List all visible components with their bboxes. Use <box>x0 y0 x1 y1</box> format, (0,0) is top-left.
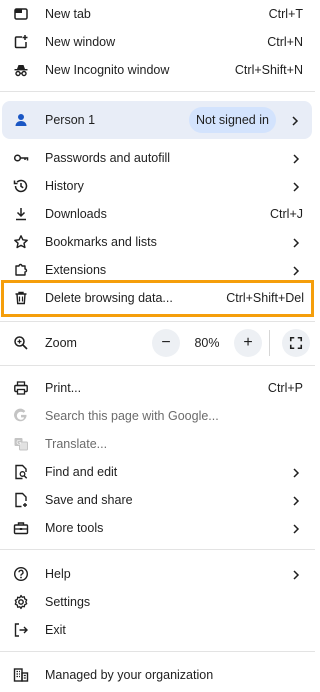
menu-item-new-incognito-window[interactable]: New Incognito window Ctrl+Shift+N <box>0 56 315 84</box>
svg-text:G: G <box>16 439 21 446</box>
zoom-out-button[interactable]: − <box>152 329 180 357</box>
zoom-controls: − 80% + <box>152 329 262 357</box>
toolbox-icon <box>12 519 30 537</box>
menu-item-label: New Incognito window <box>45 63 170 77</box>
menu-item-label: Find and edit <box>45 465 118 479</box>
menu-item-label: Bookmarks and lists <box>45 235 157 249</box>
menu-item-downloads[interactable]: Downloads Ctrl+J <box>0 200 315 228</box>
menu-item-find-and-edit[interactable]: Find and edit <box>0 458 315 486</box>
shortcut-label: Ctrl+N <box>267 35 303 49</box>
chevron-right-icon <box>291 265 301 276</box>
profile-name: Person 1 <box>45 113 96 127</box>
key-icon <box>12 149 30 167</box>
menu-item-exit[interactable]: Exit <box>0 616 315 644</box>
sign-in-status-badge[interactable]: Not signed in <box>189 107 276 133</box>
zoom-level: 80% <box>194 336 220 350</box>
menu-item-passwords-and-autofill[interactable]: Passwords and autofill <box>0 144 315 172</box>
menu-item-history[interactable]: History <box>0 172 315 200</box>
shortcut-label: Ctrl+P <box>267 381 303 395</box>
menu-item-label: New tab <box>45 7 91 21</box>
save-share-icon <box>12 491 30 509</box>
chevron-right-icon <box>291 237 301 248</box>
chevron-right-icon <box>290 115 300 126</box>
shortcut-label: Ctrl+Shift+N <box>234 63 303 77</box>
fullscreen-control <box>282 329 310 357</box>
menu-divider <box>0 321 315 322</box>
fullscreen-icon <box>289 336 303 350</box>
shortcut-label: Ctrl+T <box>268 7 303 21</box>
menu-item-label: Help <box>45 567 71 581</box>
menu-item-label: Search this page with Google... <box>45 409 219 423</box>
highlight-box <box>1 280 314 317</box>
new-tab-icon <box>12 5 30 23</box>
chevron-right-icon <box>291 569 301 580</box>
puzzle-icon <box>12 261 30 279</box>
menu-divider <box>0 651 315 652</box>
history-icon <box>12 177 30 195</box>
menu-item-label: More tools <box>45 521 104 535</box>
exit-icon <box>12 621 30 639</box>
menu-item-label: Translate... <box>45 437 108 451</box>
chevron-right-icon <box>291 495 301 506</box>
find-in-page-icon <box>12 463 30 481</box>
menu-item-label: Extensions <box>45 263 107 277</box>
menu-item-label: History <box>45 179 84 193</box>
menu-item-save-and-share[interactable]: Save and share <box>0 486 315 514</box>
menu-item-new-tab[interactable]: New tab Ctrl+T <box>0 0 315 28</box>
new-window-icon <box>12 33 30 51</box>
chevron-right-icon <box>291 153 301 164</box>
zoom-in-button[interactable]: + <box>234 329 262 357</box>
menu-divider <box>0 365 315 366</box>
translate-icon: G <box>12 435 30 453</box>
person-icon <box>12 111 30 129</box>
menu-item-settings[interactable]: Settings <box>0 588 315 616</box>
menu-item-label: Managed by your organization <box>45 668 214 682</box>
zoom-divider <box>269 330 270 356</box>
building-icon <box>12 666 30 684</box>
menu-item-label: Settings <box>45 595 91 609</box>
zoom-icon <box>12 334 30 352</box>
menu-divider <box>0 549 315 550</box>
menu-item-label: Downloads <box>45 207 107 221</box>
fullscreen-button[interactable] <box>282 329 310 357</box>
chevron-right-icon <box>291 523 301 534</box>
shortcut-label: Ctrl+J <box>270 207 303 221</box>
google-icon <box>12 407 30 425</box>
menu-item-label: Exit <box>45 623 66 637</box>
incognito-icon <box>12 61 30 79</box>
star-icon <box>12 233 30 251</box>
menu-item-label: Print... <box>45 381 82 395</box>
help-icon <box>12 565 30 583</box>
printer-icon <box>12 379 30 397</box>
menu-item-print[interactable]: Print... Ctrl+P <box>0 374 315 402</box>
menu-item-label: Save and share <box>45 493 133 507</box>
chevron-right-icon <box>291 181 301 192</box>
menu-item-managed-by-organization[interactable]: Managed by your organization <box>0 661 315 689</box>
menu-item-label: Passwords and autofill <box>45 151 171 165</box>
menu-item-bookmarks-and-lists[interactable]: Bookmarks and lists <box>0 228 315 256</box>
menu-item-label: New window <box>45 35 116 49</box>
profile-row[interactable]: Person 1 Not signed in <box>2 101 312 139</box>
chevron-right-icon <box>291 467 301 478</box>
menu-divider <box>0 91 315 92</box>
gear-icon <box>12 593 30 611</box>
menu-item-new-window[interactable]: New window Ctrl+N <box>0 28 315 56</box>
menu-item-more-tools[interactable]: More tools <box>0 514 315 542</box>
download-icon <box>12 205 30 223</box>
menu-item-help[interactable]: Help <box>0 560 315 588</box>
menu-item-label: Zoom <box>45 336 77 350</box>
menu-item-search-this-page[interactable]: Search this page with Google... <box>0 402 315 430</box>
menu-item-translate[interactable]: G Translate... <box>0 430 315 458</box>
